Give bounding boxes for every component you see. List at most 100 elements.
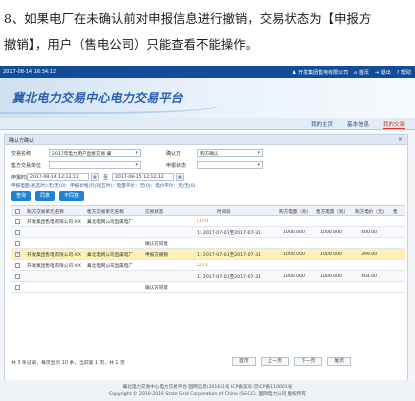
confirmer-select[interactable]: 购方确认 ▾ [197, 149, 263, 157]
prev-page-button[interactable]: 上一页 [260, 357, 289, 366]
cell-buy-price: 400.00 [361, 230, 378, 235]
first-page-button[interactable]: 首页 [231, 357, 256, 366]
table-row[interactable]: 确认方同意 [11, 282, 405, 293]
col-sell-price: 售 [393, 210, 398, 215]
chevron-down-icon: ▾ [257, 150, 260, 156]
status-label: 申报状态 [166, 163, 187, 169]
table-row[interactable]: 开发集团售电有限公司-XX 冀北电网公司直属电厂 申报方撤销 1: 2017-07-0… [11, 249, 405, 260]
time-from-value: 2017-08-14 12:12:12 [30, 175, 79, 180]
cell-sell-qty: 1000.000 [320, 252, 342, 257]
cell-period: 1: 2017-07-01至2017-07-31 [197, 253, 261, 258]
cell-seller: 冀北电网公司直属电厂 [87, 253, 133, 258]
logout-link[interactable]: ⇥ 退出 [375, 69, 391, 76]
calendar-icon[interactable]: ▦ [176, 173, 184, 181]
row-checkbox[interactable] [15, 251, 20, 257]
row-checkbox[interactable] [15, 263, 20, 268]
nav-item-home[interactable]: 我的主页 [311, 120, 333, 129]
row-checkbox[interactable] [15, 285, 20, 290]
col-sell-qty: 售方电量（兆） [316, 210, 349, 215]
instruction-line-1: 8、如果电厂在未确认前对申报信息进行撤销，交易状态为【申报方 [4, 11, 372, 26]
form-row-3: 申报时间 2017-08-14 12:12:12 ▦ 至 2017-08-15 … [11, 173, 401, 182]
embedded-screenshot: 2017-08-14 16:34:12 ♟ 开发集团售电有限公司 ⌂ 首页 ⇥ … [0, 66, 415, 401]
summary-info: 申报电量(兆瓦时):无/无(0)：申报价格(元/兆瓦时)：电量平价：无(0)：电… [11, 184, 196, 189]
trade-name-label: 交易名称 [11, 151, 32, 157]
footer-line-1: 冀北电力交易中心电力交易平台 国网信息(2016)1号 ICP备案号:京ICP备… [122, 385, 293, 390]
sell-unit-label: 售方交易单位 [11, 163, 42, 169]
logout-link-text: 退出 [380, 70, 391, 76]
row-checkbox[interactable] [15, 219, 20, 224]
last-page-button[interactable]: 尾页 [327, 357, 351, 366]
close-icon[interactable]: × [398, 136, 403, 143]
col-seller: 售方交易单元名称 [87, 210, 124, 215]
sell-unit-select[interactable]: ▾ [49, 161, 141, 169]
cell-buyer: 开发集团售电有限公司-XX [27, 253, 81, 258]
pagination-buttons: 首页 上一页 下一页 尾页 [231, 357, 351, 366]
cell-buyer: 开发集团售电有限公司-XX [27, 220, 81, 225]
next-page-button[interactable]: 下一页 [293, 357, 323, 366]
home-link-text: 首页 [358, 70, 369, 76]
top-links: ♟ 开发集团售电有限公司 ⌂ 首页 ⇥ 退出 ? 帮助 [292, 69, 411, 76]
main-nav: 我的主页 基本信息 我的交易 [0, 118, 415, 130]
current-time: 2017-08-14 16:34:12 [3, 69, 57, 75]
nav-item-my-trades[interactable]: 我的交易 [382, 120, 405, 129]
nav-links: 我的主页 基本信息 我的交易 [311, 120, 405, 129]
cell-period: [1]-0 [197, 219, 209, 224]
cell-buy-qty: 1000.000 [283, 230, 305, 235]
chevron-down-icon: ▾ [135, 162, 138, 168]
cell-sell-qty: 1000.000 [320, 230, 342, 235]
trade-name-select[interactable]: 2017年电力用户直接交易-冀 ▾ [49, 149, 141, 157]
home-link[interactable]: ⌂ 首页 [354, 69, 369, 76]
table-row[interactable]: 开发集团售电有限公司-XX 冀北电网公司直属电厂 [2]-1 [11, 260, 405, 271]
cell-status: 申报方撤销 [145, 253, 168, 258]
instruction-line-2: 撤销】，用户（售电公司）只能查看不能操作。 [4, 37, 259, 52]
nav-item-basic-info[interactable]: 基本信息 [347, 120, 369, 129]
col-buyer: 购方交易单元名称 [27, 210, 64, 215]
time-to-input[interactable]: 2017-08-15 12:12:12 [112, 173, 174, 181]
confirm-panel: 确认方确认 × 交易名称 2017年电力用户直接交易-冀 ▾ 确认方 购方确认 … [4, 134, 408, 384]
calendar-icon[interactable]: ▦ [91, 173, 99, 181]
table-row[interactable]: 1: 2017-07-01至2017-07-31 1000.000 1000.000… [11, 227, 405, 238]
platform-title: 冀北电力交易中心电力交易平台 [12, 91, 183, 105]
status-select[interactable]: ▾ [197, 161, 263, 169]
chevron-down-icon: ▾ [257, 162, 260, 168]
site-banner: 冀北电力交易中心电力交易平台 [0, 78, 415, 118]
cell-seller: 冀北电网公司直属电厂 [87, 264, 133, 269]
table-row[interactable]: 开发集团售电有限公司-XX 冀北电网公司直属电厂 [1]-0 [11, 216, 405, 227]
cell-buy-price: 399.00 [361, 252, 378, 257]
cell-buy-qty: 1000.000 [283, 252, 305, 257]
help-link-text: 帮助 [400, 70, 411, 76]
panel-title: 确认方确认 [9, 138, 35, 144]
col-status: 交易状态 [145, 210, 164, 215]
row-checkbox[interactable] [15, 230, 20, 235]
cell-period: 1: 2017-07-01至2017-07-31 [197, 231, 261, 236]
select-all-checkbox[interactable] [15, 209, 20, 214]
confirmer-label: 确认方 [166, 151, 182, 157]
cell-buy-qty: 1000.000 [283, 274, 305, 279]
panel-header: 确认方确认 × [5, 135, 407, 145]
row-checkbox[interactable] [15, 274, 20, 279]
chevron-down-icon: ▾ [135, 150, 138, 156]
cell-buy-price: 404.00 [361, 274, 378, 279]
disagree-button[interactable]: 不同意 [59, 191, 85, 201]
time-from-input[interactable]: 2017-08-14 12:12:12 [27, 173, 89, 181]
row-checkbox[interactable] [15, 241, 20, 246]
table-row[interactable]: 1: 2017-07-01至2017-07-31 1000.000 1000.000… [11, 271, 405, 282]
agree-button[interactable]: 同意 [35, 191, 56, 201]
help-link[interactable]: ? 帮助 [397, 69, 411, 76]
logout-icon: ⇥ [374, 70, 380, 76]
col-period: 时间段 [217, 210, 231, 215]
confirmer-value: 购方确认 [200, 152, 219, 157]
cell-seller: 冀北电网公司直属电厂 [87, 220, 133, 225]
user-name: ♟ 开发集团售电有限公司 [292, 69, 348, 76]
top-status-bar: 2017-08-14 16:34:12 ♟ 开发集团售电有限公司 ⌂ 首页 ⇥ … [0, 66, 415, 78]
help-icon: ? [396, 70, 400, 76]
pagination-summary: 共 3 条记录，每页显示 10 条，当前第 1 页，共 1 页 [11, 361, 125, 366]
query-button[interactable]: 查询 [11, 191, 32, 201]
form-row-2: 售方交易单位 ▾ 申报状态 ▾ [11, 161, 401, 170]
pagination: 共 3 条记录，每页显示 10 条，当前第 1 页，共 1 页 首页 上一页 下… [11, 357, 405, 367]
table-row[interactable]: 确认方同意 [11, 238, 405, 249]
cell-sell-qty: 1000.000 [320, 274, 342, 279]
trade-name-value: 2017年电力用户直接交易-冀 [52, 152, 112, 157]
time-to-label: 至 [103, 175, 109, 181]
col-buy-qty: 购方电量（兆） [279, 210, 312, 215]
